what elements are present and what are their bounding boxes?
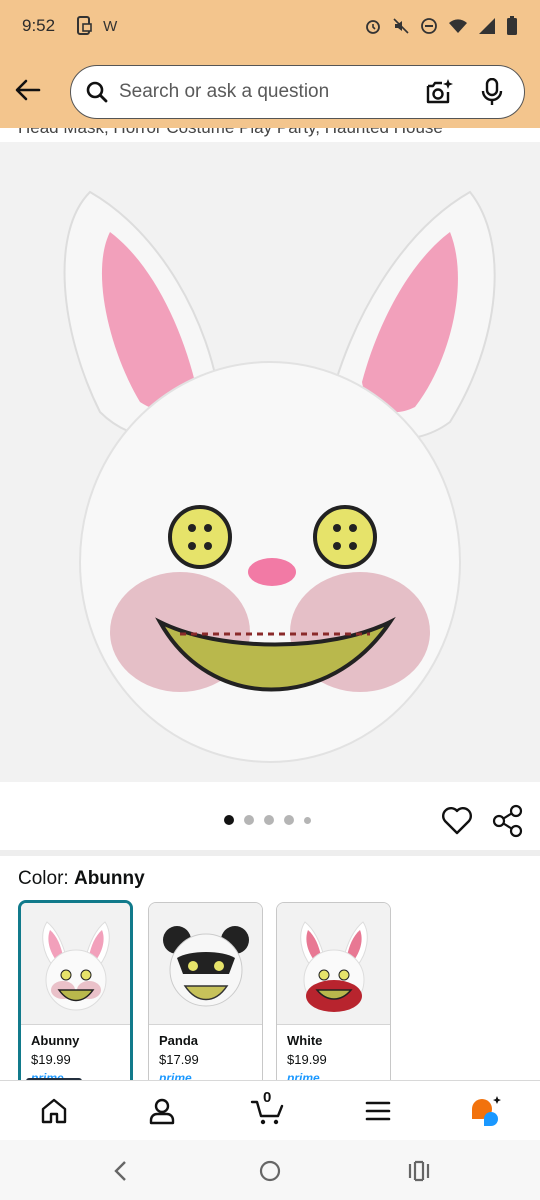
prime-badge: prime xyxy=(159,1071,192,1080)
bottom-navigation: 0 xyxy=(0,1080,540,1140)
search-input[interactable]: Search or ask a question xyxy=(70,65,525,119)
mute-icon xyxy=(393,18,409,34)
status-time: 9:52 xyxy=(22,16,56,35)
white-mask-thumb xyxy=(299,920,368,1012)
home-circle-icon xyxy=(259,1160,281,1182)
swatch-name: Abunny xyxy=(31,1033,80,1048)
abunny-mask-thumb xyxy=(41,920,110,1010)
swatch-price: $19.99 xyxy=(287,1052,327,1067)
product-image[interactable] xyxy=(0,142,540,782)
swatch-abunny[interactable]: Abunny $19.99 prime xyxy=(18,900,133,1080)
amazon-product-screen: 9:52 W Search or ask a question Color: A… xyxy=(0,0,540,1200)
carousel-dot[interactable] xyxy=(264,815,274,825)
share-button[interactable] xyxy=(492,804,524,838)
back-button[interactable] xyxy=(0,62,56,118)
search-icon xyxy=(86,81,108,103)
nav-account[interactable] xyxy=(140,1091,184,1131)
alarm-icon xyxy=(366,20,380,34)
carousel-dot[interactable] xyxy=(284,815,294,825)
swatch-name: Panda xyxy=(159,1033,199,1048)
prime-badge: prime xyxy=(287,1071,320,1080)
recents-icon xyxy=(408,1160,430,1182)
swatch-thumbnail xyxy=(21,903,130,1025)
system-home-button[interactable] xyxy=(255,1156,285,1186)
swatch-panda[interactable]: Panda $17.99 prime xyxy=(148,902,263,1080)
system-recents-button[interactable] xyxy=(404,1156,434,1186)
product-title-text: Head Mask, Horror Costume Play Party, Ha… xyxy=(18,128,443,138)
image-carousel-controls xyxy=(0,782,540,850)
rufus-icon xyxy=(472,1096,501,1126)
home-icon xyxy=(41,1098,67,1124)
phone-sync-icon xyxy=(77,16,92,35)
color-label-prefix: Color: xyxy=(18,868,74,889)
microphone-icon xyxy=(481,78,503,105)
nav-cart[interactable]: 0 xyxy=(246,1089,290,1131)
menu-icon xyxy=(365,1101,391,1121)
status-bar: 9:52 W xyxy=(0,0,540,52)
swatch-white[interactable]: White $19.99 prime xyxy=(276,902,391,1080)
system-back-button[interactable] xyxy=(106,1156,136,1186)
bunny-mask-image xyxy=(63,190,496,763)
chevron-left-icon xyxy=(114,1161,126,1181)
wishlist-button[interactable] xyxy=(440,804,474,838)
share-icon xyxy=(492,804,523,838)
search-placeholder: Search or ask a question xyxy=(119,81,330,102)
product-title-fragment: Head Mask, Horror Costume Play Party, Ha… xyxy=(0,128,540,142)
swatch-thumbnail xyxy=(277,903,390,1025)
panda-mask-thumb xyxy=(162,925,249,1006)
signal-icon xyxy=(479,18,495,34)
swatch-price: $17.99 xyxy=(159,1052,199,1067)
swatch-price: $19.99 xyxy=(31,1052,71,1067)
color-selected-value: Abunny xyxy=(73,868,145,889)
section-divider xyxy=(0,850,540,856)
swatch-thumbnail xyxy=(149,903,262,1025)
carousel-dots[interactable] xyxy=(224,815,311,825)
carousel-dot[interactable] xyxy=(244,815,254,825)
wifi-icon xyxy=(449,19,467,33)
camera-sparkle-icon xyxy=(426,79,453,104)
nav-menu[interactable] xyxy=(356,1091,400,1131)
carousel-dot[interactable] xyxy=(224,815,234,825)
cart-count: 0 xyxy=(263,1089,272,1106)
voice-search-button[interactable] xyxy=(474,74,510,110)
battery-icon xyxy=(507,16,517,35)
swatch-name: White xyxy=(287,1033,323,1048)
carousel-dot[interactable] xyxy=(304,816,311,824)
heart-icon xyxy=(442,807,472,835)
color-label: Color: Abunny xyxy=(18,868,145,890)
status-left-icons: W xyxy=(75,16,117,36)
system-navigation xyxy=(0,1140,540,1200)
do-not-disturb-icon xyxy=(421,18,437,34)
back-arrow-icon xyxy=(15,79,41,101)
color-swatches: Abunny $19.99 prime Panda $17.99 prime W… xyxy=(18,900,540,1080)
account-icon xyxy=(149,1098,175,1125)
nav-home[interactable] xyxy=(32,1091,76,1131)
status-right-icons xyxy=(364,16,518,36)
nav-rufus[interactable] xyxy=(464,1091,508,1131)
camera-search-button[interactable] xyxy=(422,74,458,110)
search-header: Search or ask a question xyxy=(0,52,540,128)
carrier-letter: W xyxy=(103,17,118,35)
